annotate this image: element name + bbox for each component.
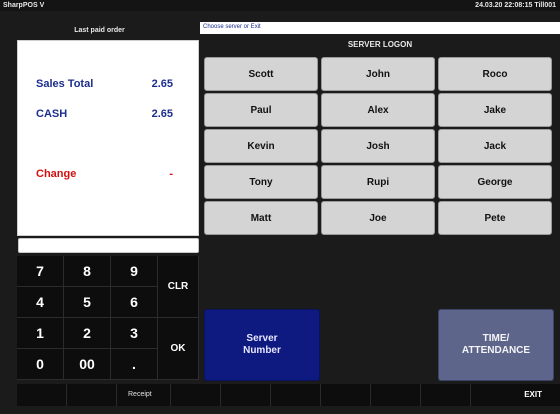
last-paid-order-title: Last paid order xyxy=(74,27,125,34)
datetime-till: 24.03.20 22:08:15 Till001 xyxy=(475,2,556,9)
server-button-kevin[interactable]: Kevin xyxy=(204,129,318,163)
footer-slot[interactable] xyxy=(171,384,221,406)
key-2[interactable]: 2 xyxy=(64,318,111,349)
footer-slot[interactable] xyxy=(321,384,371,406)
sales-total-label: Sales Total xyxy=(36,78,94,90)
footer-slot[interactable] xyxy=(371,384,421,406)
server-number-button[interactable]: Server Number xyxy=(204,309,320,381)
ok-button[interactable]: OK xyxy=(158,318,199,380)
prompt-bar: Choose server or Exit xyxy=(200,22,560,34)
server-logon-header: SERVER LOGON xyxy=(200,34,560,56)
server-button-joe[interactable]: Joe xyxy=(321,201,435,235)
footer-slot[interactable] xyxy=(271,384,321,406)
cash-label: CASH xyxy=(36,108,68,120)
app-title: SharpPOS V xyxy=(3,2,45,9)
server-button-john[interactable]: John xyxy=(321,57,435,91)
key-decimal[interactable]: . xyxy=(111,349,158,380)
key-9[interactable]: 9 xyxy=(111,256,158,287)
server-button-paul[interactable]: Paul xyxy=(204,93,318,127)
time-attendance-button[interactable]: TIME/ ATTENDANCE xyxy=(438,309,554,381)
receipt-label: Receipt xyxy=(128,391,152,398)
server-button-scott[interactable]: Scott xyxy=(204,57,318,91)
key-6[interactable]: 6 xyxy=(111,287,158,318)
footer-slot[interactable] xyxy=(421,384,471,406)
server-button-jack[interactable]: Jack xyxy=(438,129,552,163)
key-3[interactable]: 3 xyxy=(111,318,158,349)
sales-total-value: 2.65 xyxy=(151,78,173,90)
numeric-keypad: 7 8 9 CLR 4 5 6 1 2 3 OK 0 00 . xyxy=(17,256,199,380)
footer-toolbar: Receipt EXIT xyxy=(17,384,560,406)
exit-label: EXIT xyxy=(524,390,542,399)
footer-slot[interactable] xyxy=(221,384,271,406)
cash-value: 2.65 xyxy=(151,108,173,120)
last-paid-order-header: Last paid order xyxy=(0,11,199,37)
key-5[interactable]: 5 xyxy=(64,287,111,318)
server-button-roco[interactable]: Roco xyxy=(438,57,552,91)
server-button-rupi[interactable]: Rupi xyxy=(321,165,435,199)
last-order-summary: Sales Total 2.65 CASH 2.65 Change - xyxy=(17,40,199,236)
change-label: Change xyxy=(36,168,77,180)
footer-slot[interactable] xyxy=(67,384,117,406)
amount-entry-field[interactable] xyxy=(18,238,199,253)
clear-button[interactable]: CLR xyxy=(158,256,199,318)
server-button-matt[interactable]: Matt xyxy=(204,201,318,235)
change-value: - xyxy=(169,168,173,180)
title-bar: SharpPOS V 24.03.20 22:08:15 Till001 xyxy=(0,0,560,11)
server-logon-title: SERVER LOGON xyxy=(347,40,413,49)
key-1[interactable]: 1 xyxy=(17,318,64,349)
server-button-jake[interactable]: Jake xyxy=(438,93,552,127)
key-7[interactable]: 7 xyxy=(17,256,64,287)
footer-slot[interactable] xyxy=(17,384,67,406)
server-button-alex[interactable]: Alex xyxy=(321,93,435,127)
key-00[interactable]: 00 xyxy=(64,349,111,380)
key-4[interactable]: 4 xyxy=(17,287,64,318)
server-button-tony[interactable]: Tony xyxy=(204,165,318,199)
server-button-george[interactable]: George xyxy=(438,165,552,199)
key-0[interactable]: 0 xyxy=(17,349,64,380)
exit-button[interactable] xyxy=(471,384,560,406)
server-button-josh[interactable]: Josh xyxy=(321,129,435,163)
prompt-text: Choose server or Exit xyxy=(203,24,261,30)
server-button-pete[interactable]: Pete xyxy=(438,201,552,235)
key-8[interactable]: 8 xyxy=(64,256,111,287)
